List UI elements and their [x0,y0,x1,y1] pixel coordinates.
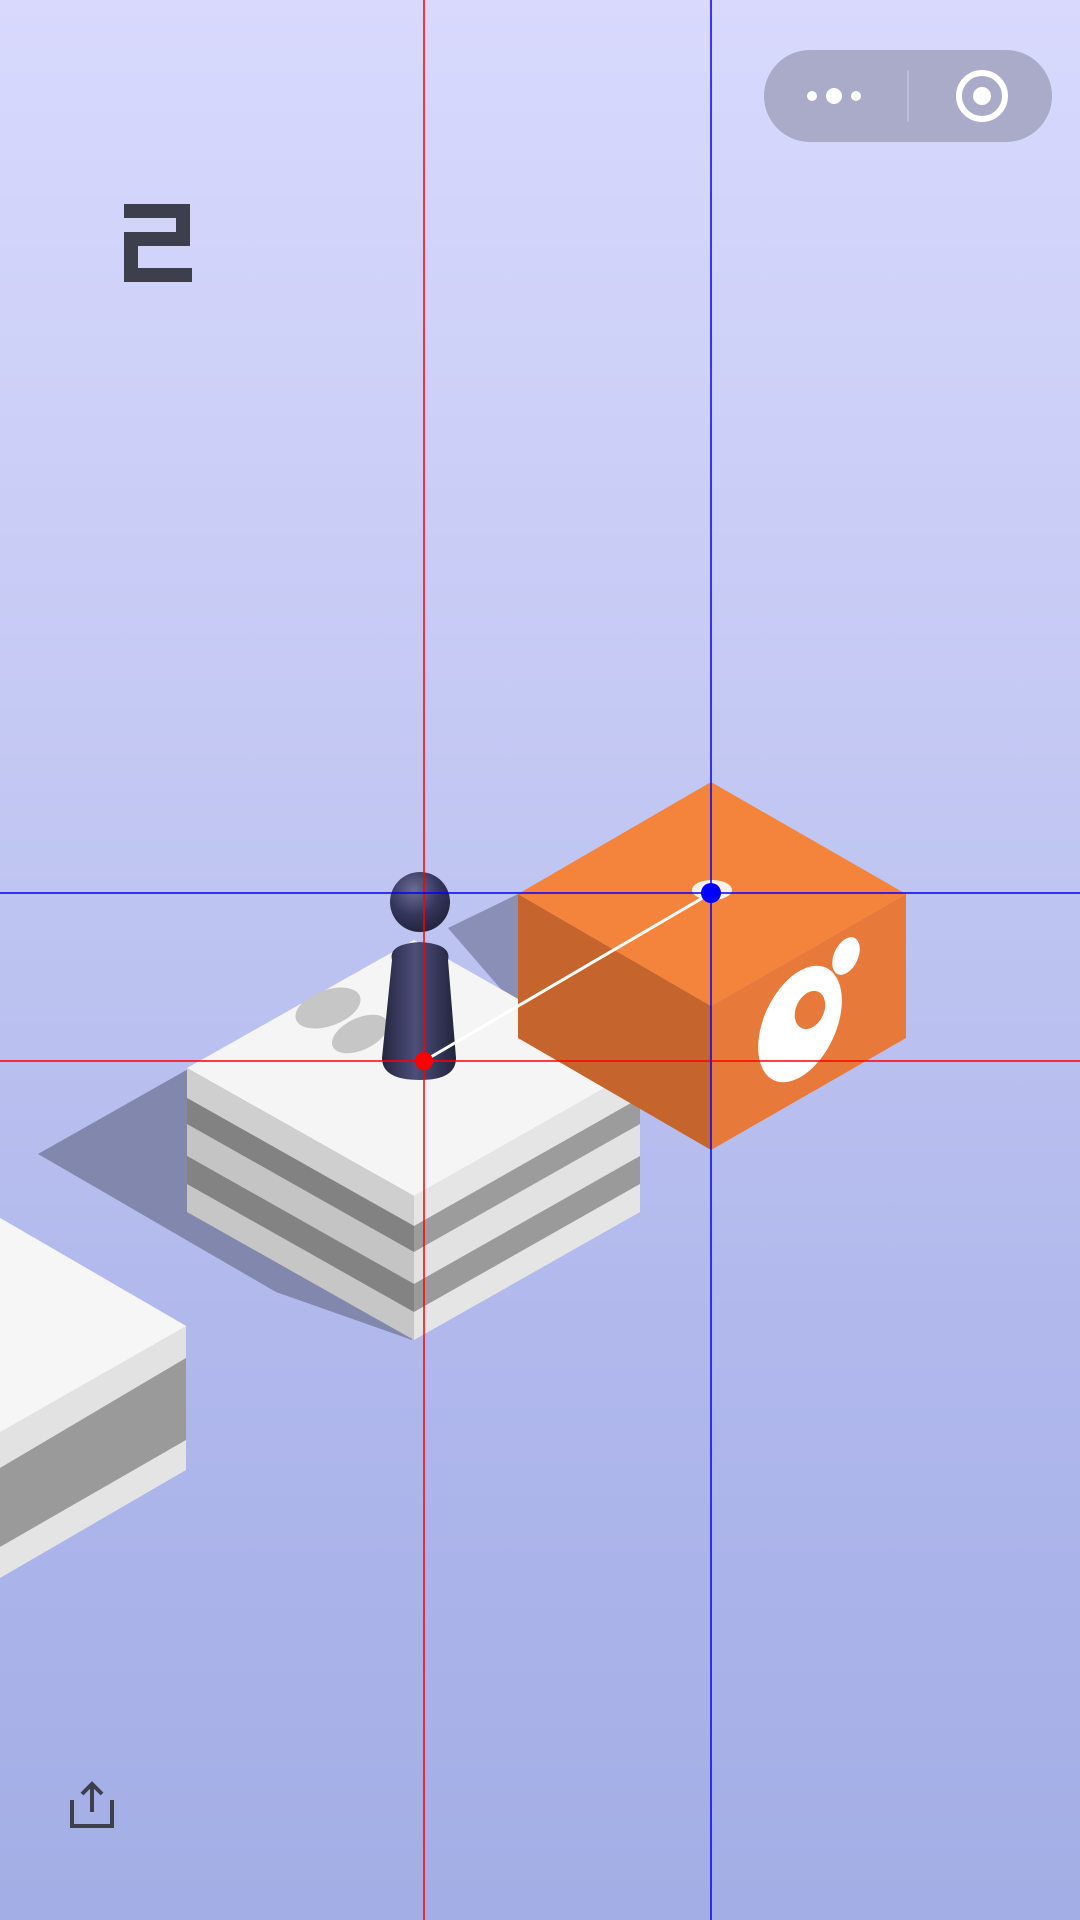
score-digit-2 [124,204,192,282]
more-dots-icon [807,88,861,104]
menu-capsule [764,50,1052,142]
share-upload-icon [70,1781,114,1828]
more-button[interactable] [764,50,907,142]
player-position-marker [415,1052,433,1070]
target-circle-icon [956,70,1008,122]
target-position-marker [701,883,721,903]
close-button[interactable] [909,50,1052,142]
share-button[interactable] [66,1778,118,1830]
previous-block [0,1218,186,1578]
score-display: 2 [120,198,210,294]
